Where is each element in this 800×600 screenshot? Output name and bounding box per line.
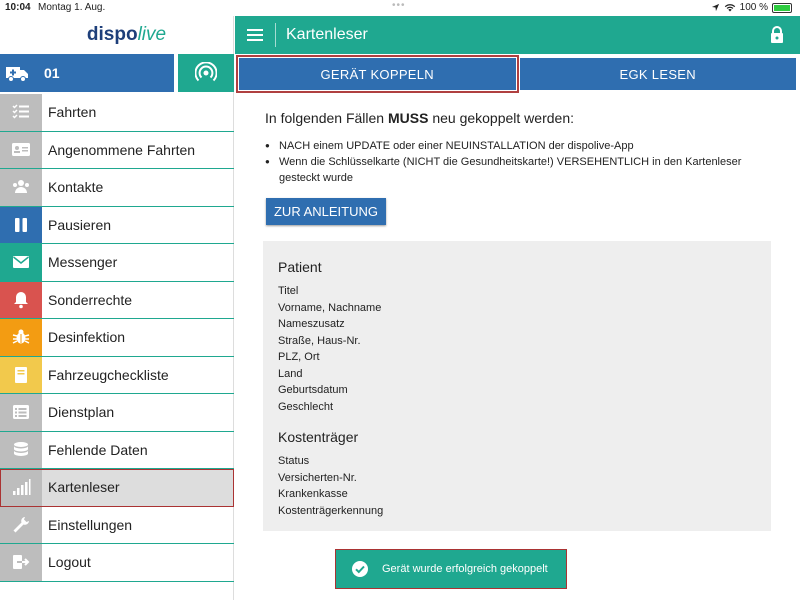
app-logo: dispo live	[0, 16, 233, 54]
page-title: Kartenleser	[286, 26, 368, 43]
field-label: Versicherten-Nr.	[278, 471, 357, 484]
field-label: Land	[278, 367, 303, 380]
lock-button[interactable]	[770, 26, 784, 48]
hamburger-icon	[247, 29, 263, 41]
list-check-icon	[0, 94, 42, 131]
sidebar-item-kartenleser[interactable]: Kartenleser	[0, 469, 234, 507]
sidebar: dispo live 01 Fahrten Angenommene Fahrten K…	[0, 16, 234, 600]
lock-icon	[771, 26, 783, 43]
guide-button[interactable]: ZUR ANLEITUNG	[266, 198, 386, 225]
card-reader-content: In folgenden Fällen MUSS neu gekoppelt w…	[235, 94, 800, 600]
sidebar-item-label: Einstellungen	[48, 516, 133, 533]
envelope-icon	[0, 244, 42, 281]
list-icon	[0, 394, 42, 431]
pairing-reasons-list: NACH einem UPDATE oder einer NEUINSTALLA…	[265, 138, 775, 186]
book-icon	[0, 356, 42, 393]
people-icon	[0, 169, 42, 206]
sidebar-item-pausieren[interactable]: Pausieren	[0, 206, 234, 244]
sidebar-item-fahrten[interactable]: Fahrten	[0, 94, 234, 132]
sidebar-item-desinfektion[interactable]: Desinfektion	[0, 319, 234, 357]
vehicle-number: 01	[44, 65, 60, 81]
vehicle-bar: 01	[0, 54, 234, 92]
sidebar-item-messenger[interactable]: Messenger	[0, 244, 234, 282]
sidebar-item-label: Kartenleser	[48, 479, 120, 496]
pairing-heading: In folgenden Fällen MUSS neu gekoppelt w…	[265, 110, 574, 126]
ambulance-icon	[0, 64, 34, 82]
field-label: Geschlecht	[278, 400, 334, 413]
field-label: Krankenkasse	[278, 488, 348, 500]
toast-message: Gerät wurde erfolgreich gekoppelt	[382, 563, 548, 575]
sidebar-item-fahrzeugcheckliste[interactable]: Fahrzeugcheckliste	[0, 356, 234, 394]
sidebar-item-label: Kontakte	[48, 179, 104, 196]
sidebar-item-fehlende-daten[interactable]: Fehlende Daten	[0, 431, 234, 469]
list-item: NACH einem UPDATE oder einer NEUINSTALLA…	[265, 138, 775, 154]
field-label: Nameszusatz	[278, 318, 345, 330]
sidebar-item-sonderrechte[interactable]: Sonderrechte	[0, 281, 234, 319]
header-divider	[275, 23, 276, 47]
app-header: Kartenleser	[235, 16, 800, 54]
sidebar-item-label: Messenger	[48, 254, 118, 271]
sidebar-item-label: Angenommene Fahrten	[48, 141, 196, 158]
multitask-dots: •••	[392, 0, 406, 11]
field-label: Straße, Haus-Nr.	[278, 334, 361, 347]
logo-text-live: live	[137, 24, 167, 45]
pair-device-button[interactable]: GERÄT KOPPELN	[236, 55, 519, 93]
field-label: PLZ, Ort	[278, 351, 320, 363]
field-label: Geburtsdatum	[278, 384, 348, 396]
field-label: Status	[278, 455, 310, 467]
sidebar-item-kontakte[interactable]: Kontakte	[0, 169, 234, 207]
kosten-fields: Status Versicherten-Nr. Krankenkasse Kosten…	[278, 453, 756, 519]
battery-icon	[772, 2, 792, 13]
sidebar-item-label: Dienstplan	[48, 404, 115, 421]
battery-percent: 100 %	[739, 2, 768, 13]
field-label: Kostenträgerkennung	[278, 504, 384, 517]
logout-icon	[0, 544, 42, 581]
heading-text-post: neu gekoppelt werden:	[428, 110, 574, 126]
patient-section-title: Patient	[278, 259, 322, 275]
kosten-section-title: Kostenträger	[278, 429, 359, 445]
wrench-icon	[0, 506, 42, 543]
sidebar-item-label: Sonderrechte	[48, 291, 133, 308]
sidebar-item-einstellungen[interactable]: Einstellungen	[0, 506, 234, 544]
status-date: Montag 1. Aug.	[38, 2, 106, 13]
action-bar: GERÄT KOPPELN EGK LESEN	[235, 54, 800, 94]
check-circle-icon	[346, 560, 374, 578]
sidebar-item-logout[interactable]: Logout	[0, 544, 234, 582]
location-icon	[711, 3, 719, 12]
vehicle-select-button[interactable]: 01	[0, 54, 174, 92]
sidebar-item-label: Pausieren	[48, 216, 112, 233]
radio-status-button[interactable]	[178, 54, 234, 92]
menu-button[interactable]	[235, 29, 275, 41]
field-label: Titel	[278, 285, 299, 297]
sidebar-item-label: Fahrzeugcheckliste	[48, 366, 169, 383]
heading-text-bold: MUSS	[387, 110, 429, 126]
status-right: 100 %	[711, 2, 792, 13]
heading-text-pre: In folgenden Fällen	[265, 110, 388, 126]
logo-text-dispo: dispo	[86, 24, 138, 45]
sidebar-item-label: Desinfektion	[48, 329, 126, 346]
sidebar-item-label: Fahrten	[48, 104, 97, 121]
sidebar-menu: Fahrten Angenommene Fahrten Kontakte Pausie…	[0, 94, 234, 582]
bell-icon	[0, 281, 42, 318]
bug-icon	[0, 319, 42, 356]
read-egk-button[interactable]: EGK LESEN	[519, 58, 796, 90]
broadcast-icon	[195, 62, 217, 82]
id-card-icon	[0, 131, 42, 168]
list-item: Wenn die Schlüsselkarte (NICHT die Gesun…	[265, 154, 775, 186]
patient-fields: Titel Vorname, Nachname Nameszusatz Straße,…	[278, 283, 756, 415]
signal-icon	[0, 469, 42, 506]
success-toast: Gerät wurde erfolgreich gekoppelt	[335, 549, 567, 589]
sidebar-item-angenommene-fahrten[interactable]: Angenommene Fahrten	[0, 131, 234, 169]
status-bar: 10:04 Montag 1. Aug. ••• 100 %	[0, 0, 800, 16]
egk-data-card: Patient Titel Vorname, Nachname Nameszusat…	[263, 241, 771, 531]
pause-icon	[0, 206, 42, 243]
sidebar-item-label: Logout	[48, 554, 91, 571]
status-time: 10:04	[5, 2, 31, 13]
database-icon	[0, 431, 42, 468]
wifi-icon	[724, 4, 735, 12]
sidebar-item-dienstplan[interactable]: Dienstplan	[0, 394, 234, 432]
sidebar-item-label: Fehlende Daten	[48, 441, 148, 458]
field-label: Vorname, Nachname	[278, 301, 382, 314]
